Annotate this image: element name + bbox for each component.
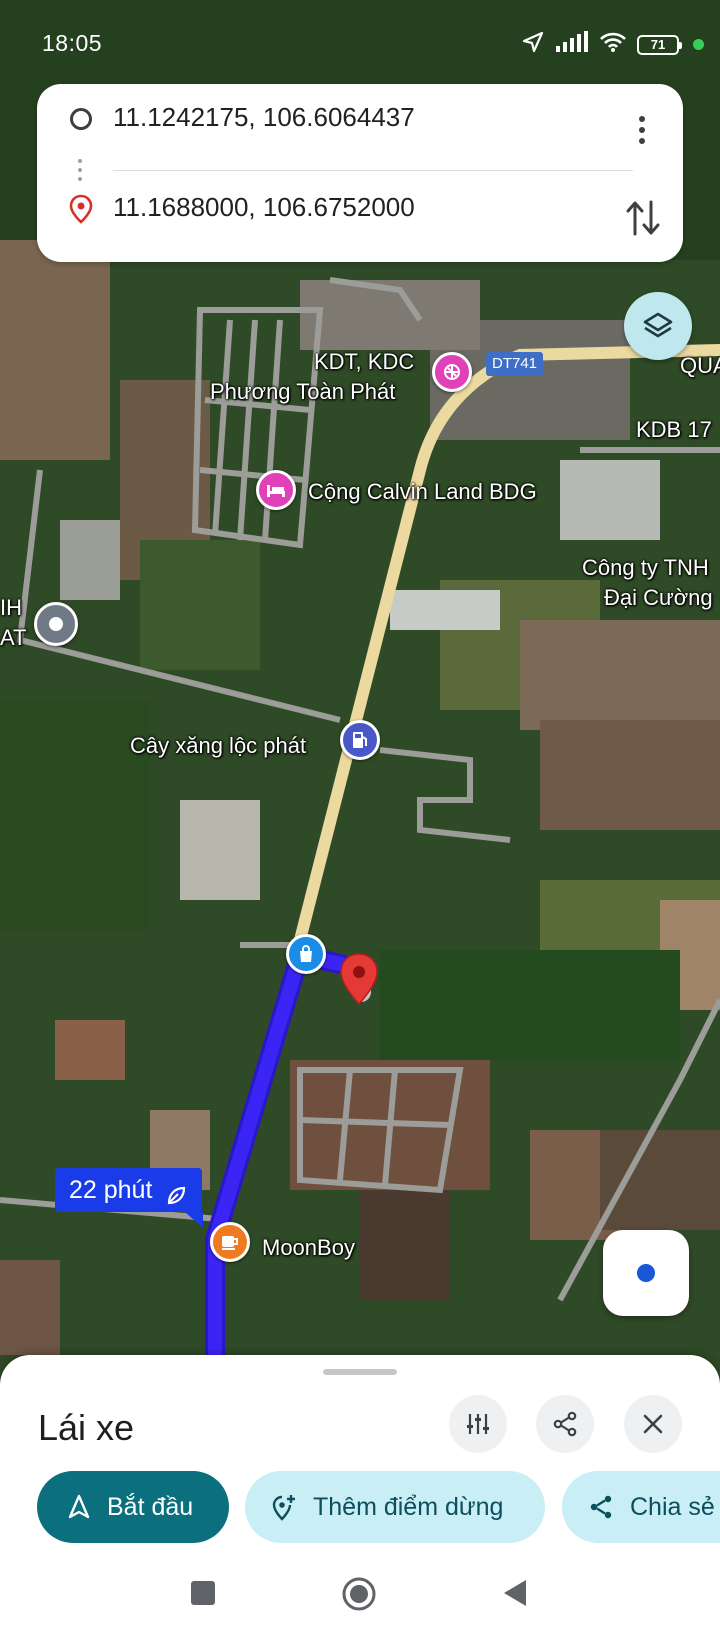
battery-icon: 71	[637, 34, 682, 55]
location-arrow-icon	[521, 30, 545, 59]
home-button[interactable]	[341, 1576, 377, 1617]
map-label-left-line1: IH	[0, 595, 22, 620]
layers-icon	[643, 312, 673, 338]
destination-field[interactable]: 11.1688000, 106.6752000	[113, 192, 415, 223]
charging-dot-icon	[693, 39, 704, 50]
directions-card: 11.1242175, 106.6064437 11.1688000, 106.…	[37, 84, 683, 262]
share-icon	[553, 1411, 577, 1437]
close-button[interactable]	[624, 1395, 682, 1453]
eta-text: 22 phút	[69, 1176, 153, 1204]
drag-handle[interactable]	[323, 1369, 397, 1375]
poi-label-gas-station[interactable]: Cây xăng lộc phát	[130, 732, 306, 759]
destination-pin-icon[interactable]	[337, 952, 381, 1008]
map-label-qua: QUA	[680, 353, 720, 378]
recents-button[interactable]	[190, 1580, 216, 1611]
shopping-bag-poi-icon[interactable]	[286, 934, 326, 974]
eco-leaf-icon	[164, 1178, 188, 1222]
map-layers-button[interactable]	[624, 292, 692, 360]
place-poi-icon[interactable]	[34, 602, 78, 646]
amusement-poi-icon[interactable]	[432, 352, 472, 392]
swap-vertical-icon	[626, 200, 660, 236]
start-navigation-button[interactable]: Bắt đầu	[37, 1471, 229, 1543]
travel-mode-title: Lái xe	[38, 1407, 135, 1448]
origin-circle-icon	[70, 108, 92, 130]
status-bar: 18:05 71	[0, 0, 720, 80]
home-circle-icon	[342, 1577, 376, 1611]
gas-station-icon[interactable]	[340, 720, 380, 760]
more-options-button[interactable]	[627, 112, 657, 148]
destination-marker-icon	[69, 194, 93, 229]
action-chips: Bắt đầu Thêm điểm dừng Chia sẻ	[0, 1471, 720, 1547]
status-time: 18:05	[42, 30, 103, 56]
more-vert-icon	[639, 116, 645, 144]
road-shield-dt741[interactable]: DT741	[486, 352, 544, 376]
map-label-company-line2: Đại Cường	[604, 585, 713, 610]
close-icon	[643, 1414, 663, 1434]
back-triangle-icon	[504, 1580, 526, 1606]
signal-icon	[555, 31, 589, 58]
wifi-icon	[599, 31, 627, 58]
start-label: Bắt đầu	[107, 1492, 194, 1521]
origin-row[interactable]: 11.1242175, 106.6064437	[37, 88, 683, 148]
poi-label-moonboy[interactable]: MoonBoy	[262, 1234, 355, 1261]
back-button[interactable]	[502, 1578, 528, 1613]
field-divider	[113, 170, 633, 171]
lodging-poi-icon[interactable]	[256, 470, 296, 510]
share-route-button[interactable]	[536, 1395, 594, 1453]
map-label-company-line1: Công ty TNH	[582, 555, 709, 580]
navigation-arrow-icon	[67, 1494, 91, 1520]
my-location-icon	[637, 1264, 655, 1282]
route-options-button[interactable]	[449, 1395, 507, 1453]
my-location-button[interactable]	[603, 1230, 689, 1316]
recents-square-icon	[191, 1581, 215, 1605]
share-chip-label: Chia sẻ	[630, 1492, 715, 1521]
poi-label-calvin[interactable]: Cộng Calvin Land BDG	[308, 478, 537, 505]
system-nav-bar	[0, 1560, 720, 1640]
share-chip-icon	[588, 1494, 614, 1520]
map-label-kdb: KDB 17	[636, 417, 712, 442]
eta-badge[interactable]: 22 phút	[55, 1168, 204, 1228]
tune-sliders-icon	[467, 1414, 489, 1434]
add-stop-label: Thêm điểm dừng	[313, 1492, 504, 1521]
destination-row[interactable]: 11.1688000, 106.6752000	[37, 178, 683, 238]
poi-label-kdt-line2[interactable]: Phương Toàn Phát	[210, 378, 395, 405]
status-icons: 71	[521, 30, 704, 59]
add-stop-button[interactable]: Thêm điểm dừng	[245, 1471, 545, 1543]
cafe-poi-icon[interactable]	[210, 1222, 250, 1262]
swap-directions-button[interactable]	[623, 196, 663, 240]
poi-label-kdt-line1[interactable]: KDT, KDC	[314, 348, 414, 375]
origin-field[interactable]: 11.1242175, 106.6064437	[113, 102, 415, 133]
share-chip-button[interactable]: Chia sẻ	[562, 1471, 720, 1543]
map-label-left-line2: AT	[0, 625, 27, 650]
add-location-icon	[271, 1493, 297, 1521]
